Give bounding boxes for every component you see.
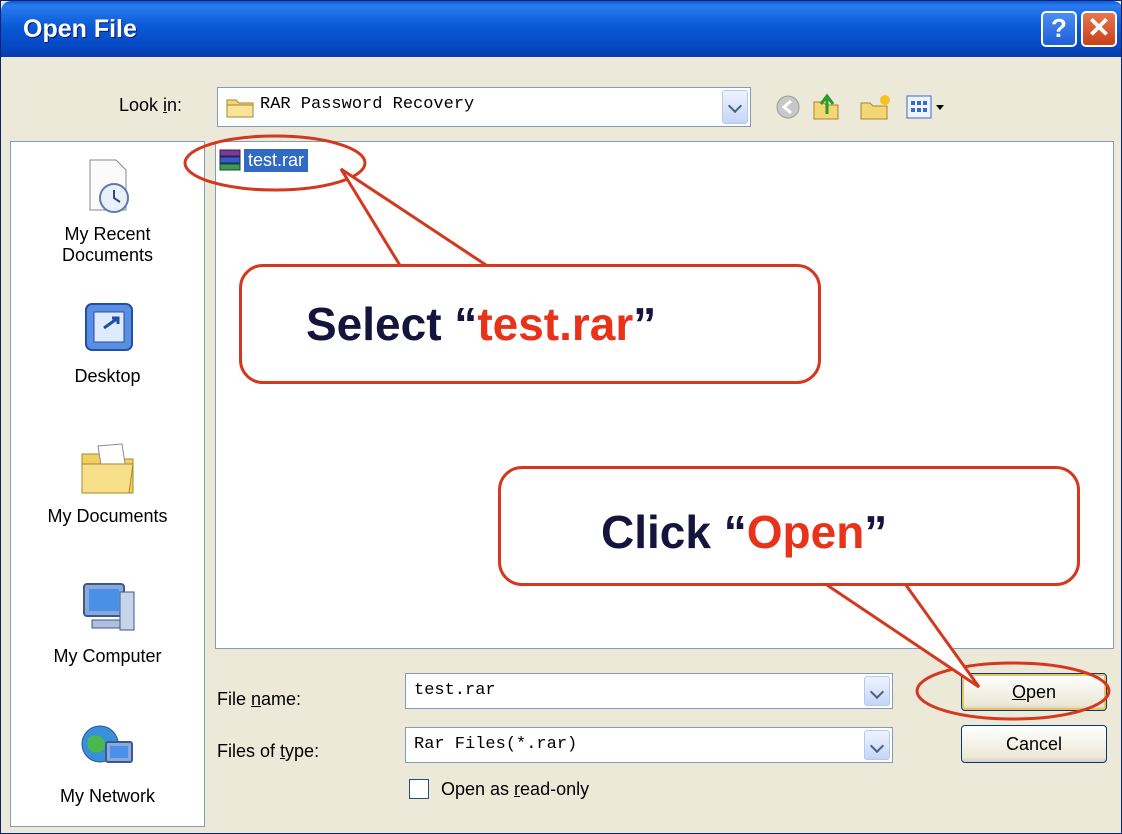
select-callout-text: Select “test.rar”: [306, 298, 657, 350]
help-button[interactable]: ?: [1041, 11, 1077, 47]
close-icon: ✕: [1087, 12, 1111, 43]
open-button[interactable]: Open: [961, 673, 1107, 711]
look-in-value: RAR Password Recovery: [260, 95, 475, 114]
place-my-recent-documents[interactable]: My Recent Documents: [11, 156, 204, 266]
file-type-label: Files of type:: [217, 741, 320, 761]
place-label: My Computer: [53, 646, 162, 666]
rar-archive-icon: [219, 149, 241, 171]
open-file-dialog: Open File ? ✕ Look in: RAR Password Reco…: [0, 0, 1122, 834]
up-folder-icon[interactable]: [811, 92, 841, 122]
place-label-2: Documents: [61, 245, 154, 265]
place-label: My Network: [59, 786, 155, 806]
file-item-test-rar[interactable]: test.rar: [218, 145, 309, 175]
click-callout-text: Click “Open”: [601, 506, 888, 558]
look-in-combo[interactable]: RAR Password Recovery: [217, 87, 751, 127]
file-name-label: File name:: [217, 689, 302, 709]
place-label: Desktop: [74, 366, 141, 386]
cancel-button[interactable]: Cancel: [961, 725, 1107, 763]
place-my-network[interactable]: My Network: [11, 718, 204, 807]
read-only-checkbox[interactable]: [409, 779, 429, 799]
file-name-dropdown-button[interactable]: [864, 676, 890, 706]
file-type-select[interactable]: Rar Files(*.rar): [405, 727, 893, 763]
file-type-value: Rar Files(*.rar): [414, 735, 578, 754]
recent-documents-icon: [89, 159, 129, 213]
file-name-value: test.rar: [414, 681, 496, 700]
back-icon[interactable]: [773, 92, 803, 122]
help-icon: ?: [1051, 13, 1067, 43]
my-network-icon: [81, 725, 133, 763]
desktop-icon: [84, 303, 133, 351]
folder-icon: [226, 99, 254, 118]
view-menu-icon[interactable]: [905, 92, 951, 122]
place-label: My Recent: [64, 224, 151, 244]
file-type-dropdown-button[interactable]: [864, 730, 890, 760]
my-documents-icon: [81, 443, 134, 494]
places-bar: My Recent Documents Desktop My Documents: [10, 141, 205, 827]
place-my-computer[interactable]: My Computer: [11, 578, 204, 667]
read-only-label[interactable]: Open as read-only: [441, 779, 589, 800]
new-folder-icon[interactable]: [859, 92, 893, 122]
file-name-input[interactable]: test.rar: [405, 673, 893, 709]
close-button[interactable]: ✕: [1081, 11, 1117, 47]
my-computer-icon: [82, 583, 134, 631]
look-in-dropdown-button[interactable]: [722, 90, 748, 124]
look-in-label: Look in:: [119, 95, 183, 115]
place-label: My Documents: [47, 506, 168, 526]
dialog-title: Open File: [23, 15, 137, 43]
place-desktop[interactable]: Desktop: [11, 298, 204, 387]
file-name-label: test.rar: [244, 148, 309, 172]
title-bar[interactable]: Open File ? ✕: [1, 1, 1121, 57]
place-my-documents[interactable]: My Documents: [11, 438, 204, 527]
click-callout: Click “Open”: [498, 466, 1080, 586]
select-callout: Select “test.rar”: [239, 264, 821, 384]
